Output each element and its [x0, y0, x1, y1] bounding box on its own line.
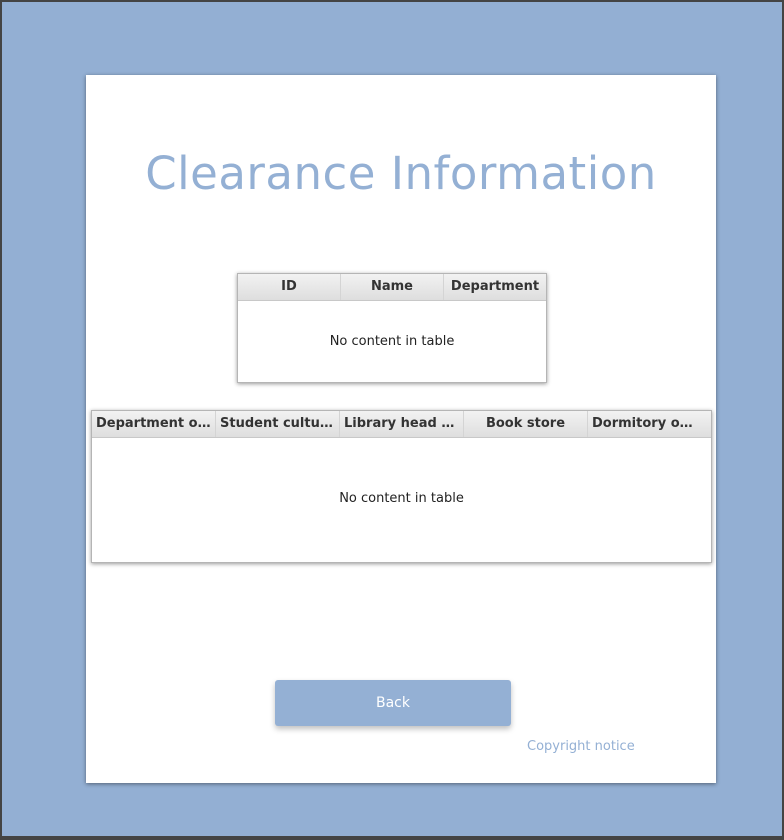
- column-header-name[interactable]: Name: [341, 274, 444, 300]
- table-header: Department off... Student cultur... Libr…: [92, 411, 711, 438]
- empty-table-placeholder: No content in table: [329, 334, 455, 349]
- column-header-library-head[interactable]: Library head of...: [340, 411, 464, 437]
- app-window: Clearance Information ID Name Department…: [2, 2, 782, 836]
- back-button[interactable]: Back: [275, 680, 511, 726]
- student-info-table[interactable]: ID Name Department No content in table: [237, 273, 547, 383]
- column-header-id[interactable]: ID: [238, 274, 341, 300]
- copyright-notice: Copyright notice: [527, 739, 635, 754]
- column-header-department[interactable]: Department: [444, 274, 546, 300]
- table-header: ID Name Department: [238, 274, 546, 301]
- column-header-book-store[interactable]: Book store: [464, 411, 588, 437]
- clearance-status-table[interactable]: Department off... Student cultur... Libr…: [91, 410, 712, 563]
- column-header-student-culture[interactable]: Student cultur...: [216, 411, 340, 437]
- page-title: Clearance Information: [145, 147, 657, 200]
- empty-table-placeholder: No content in table: [339, 491, 464, 506]
- column-header-dormitory-office[interactable]: Dormitory office: [588, 411, 711, 437]
- column-header-department-office[interactable]: Department off...: [92, 411, 216, 437]
- content-card: Clearance Information ID Name Department…: [86, 75, 716, 783]
